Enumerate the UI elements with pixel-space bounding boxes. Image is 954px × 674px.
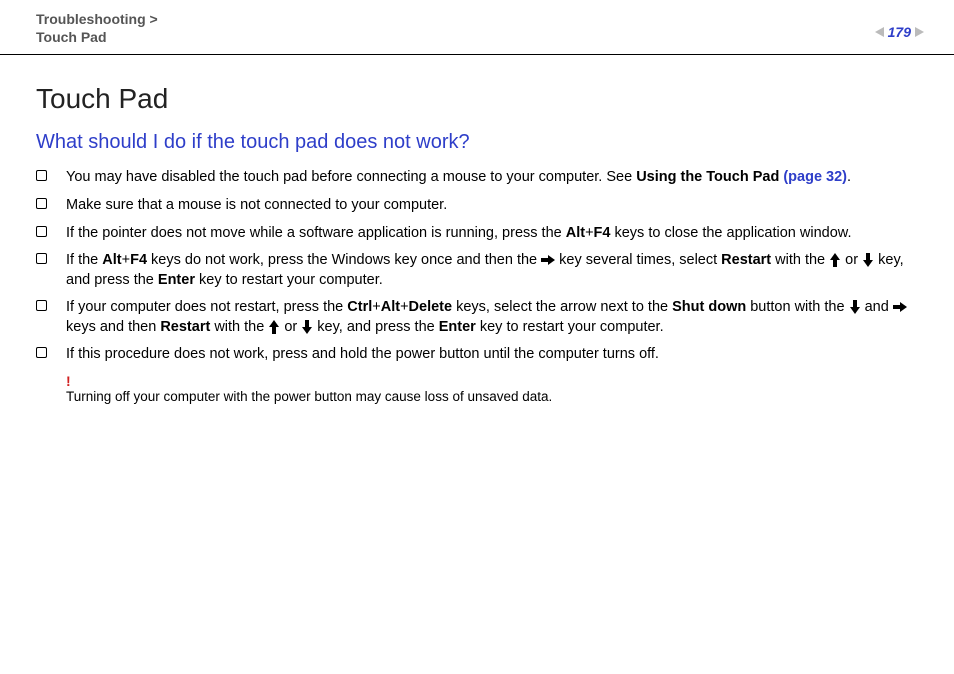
warning-note: ! Turning off your computer with the pow… [66,373,918,404]
page-number-nav: 179 [875,24,924,40]
arrow-down-icon [849,300,861,314]
page-content: Touch Pad What should I do if the touch … [0,55,954,404]
list-item: You may have disabled the touch pad befo… [36,168,918,188]
bullet-icon [36,226,47,237]
breadcrumb-line2: Touch Pad [36,29,107,45]
bullet-icon [36,347,47,358]
page-title: Touch Pad [36,83,918,115]
warning-mark-icon: ! [66,373,918,389]
arrow-down-icon [301,320,313,334]
arrow-down-icon [862,253,874,267]
bullet-icon [36,170,47,181]
bullet-icon [36,198,47,209]
list-item: If this procedure does not work, press a… [36,345,918,365]
arrow-right-icon [541,254,555,266]
list-item: If your computer does not restart, press… [36,298,918,337]
page-header: Troubleshooting > Touch Pad 179 [0,0,954,55]
list-item: If the pointer does not move while a sof… [36,224,918,244]
section-heading: What should I do if the touch pad does n… [36,131,918,154]
list-item: Make sure that a mouse is not connected … [36,196,918,216]
breadcrumb-line1: Troubleshooting > [36,11,158,27]
next-page-icon[interactable] [915,27,924,37]
troubleshoot-list: You may have disabled the touch pad befo… [36,168,918,365]
warning-text: Turning off your computer with the power… [66,389,918,404]
bullet-icon [36,253,47,264]
prev-page-icon[interactable] [875,27,884,37]
page-link[interactable]: (page 32) [783,169,847,185]
page-number: 179 [888,24,911,40]
bullet-icon [36,300,47,311]
arrow-up-icon [268,320,280,334]
arrow-right-icon [893,301,907,313]
breadcrumb: Troubleshooting > Touch Pad [36,10,158,46]
list-item: If the Alt+F4 keys do not work, press th… [36,251,918,290]
arrow-up-icon [829,253,841,267]
